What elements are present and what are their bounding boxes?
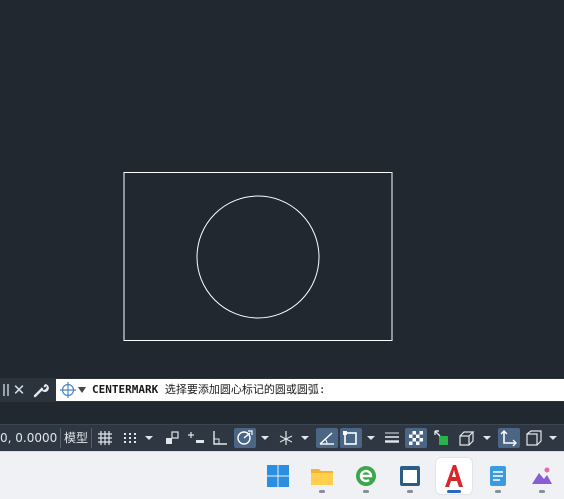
isometric-drafting-icon[interactable] [276, 428, 296, 448]
model-tab[interactable]: 模型 [60, 428, 93, 448]
crosshair-icon[interactable] [60, 382, 76, 398]
dynamic-ucs-icon[interactable] [498, 428, 520, 448]
file-explorer-icon [311, 469, 333, 485]
taskbar-file-explorer[interactable] [304, 458, 340, 494]
grip-handle-icon[interactable] [2, 382, 10, 398]
start-button[interactable] [260, 458, 296, 494]
running-indicator [407, 490, 413, 493]
coordinates-readout[interactable]: 0, 0.0000 [0, 428, 57, 448]
chevron-down-icon[interactable] [142, 428, 156, 448]
dynamic-input-icon[interactable] [186, 428, 206, 448]
chevron-down-icon[interactable] [298, 428, 312, 448]
lineweight-icon[interactable] [382, 428, 402, 448]
chevron-down-icon[interactable] [364, 428, 378, 448]
taskbar-autocad[interactable] [436, 458, 472, 494]
taskbar-browser[interactable] [348, 458, 384, 494]
selection-cycling-icon[interactable] [432, 428, 452, 448]
command-input[interactable]: CENTERMARK 选择要添加圆心标记的圆或圆弧: [56, 379, 564, 401]
canvas-lower-strip [0, 402, 564, 424]
running-indicator [363, 490, 369, 493]
command-line-bar: ✕ CENTERMARK 选择要添加圆心标记的圆或圆弧: [0, 378, 564, 402]
command-prompt-text: CENTERMARK 选择要添加圆心标记的圆或圆弧: [92, 379, 325, 401]
start-icon [267, 465, 289, 487]
photos-icon [532, 467, 552, 484]
chevron-down-icon[interactable] [546, 428, 560, 448]
drawing-canvas[interactable] [0, 0, 564, 378]
object-snap-tracking-icon[interactable] [316, 428, 338, 448]
taskbar-app-window[interactable] [392, 458, 428, 494]
browser-icon [356, 466, 376, 486]
drawing-area[interactable] [0, 0, 564, 378]
taskbar-notepad[interactable] [480, 458, 516, 494]
grid-icon[interactable] [95, 428, 115, 448]
command-prompt: 选择要添加圆心标记的圆或圆弧: [164, 383, 326, 396]
close-icon[interactable]: ✕ [11, 380, 27, 400]
active-app-indicator [447, 490, 461, 493]
drawn-rectangle[interactable] [123, 172, 393, 341]
running-indicator [495, 490, 501, 493]
object-snap-icon[interactable] [340, 428, 362, 448]
chevron-down-icon[interactable] [78, 387, 86, 393]
taskbar-photos[interactable] [524, 458, 560, 494]
transparency-icon[interactable] [405, 428, 427, 448]
3d-object-snap-icon[interactable] [456, 428, 478, 448]
autocad-icon [445, 465, 463, 487]
status-bar: 0, 0.0000 模型 [0, 424, 564, 451]
wrench-icon[interactable] [32, 381, 50, 399]
chevron-down-icon[interactable] [258, 428, 272, 448]
app-window-icon [400, 466, 420, 486]
polar-tracking-icon[interactable] [234, 428, 256, 448]
infer-constraints-icon[interactable] [162, 428, 182, 448]
snap-mode-icon[interactable] [120, 428, 140, 448]
running-indicator [319, 490, 325, 493]
running-indicator [539, 490, 545, 493]
chevron-down-icon[interactable] [480, 428, 494, 448]
command-name: CENTERMARK [92, 383, 159, 396]
ortho-mode-icon[interactable] [210, 428, 230, 448]
notepad-icon [490, 466, 506, 486]
drawn-circle[interactable] [196, 195, 320, 319]
selection-filter-icon[interactable] [523, 428, 545, 448]
windows-taskbar [0, 451, 564, 499]
